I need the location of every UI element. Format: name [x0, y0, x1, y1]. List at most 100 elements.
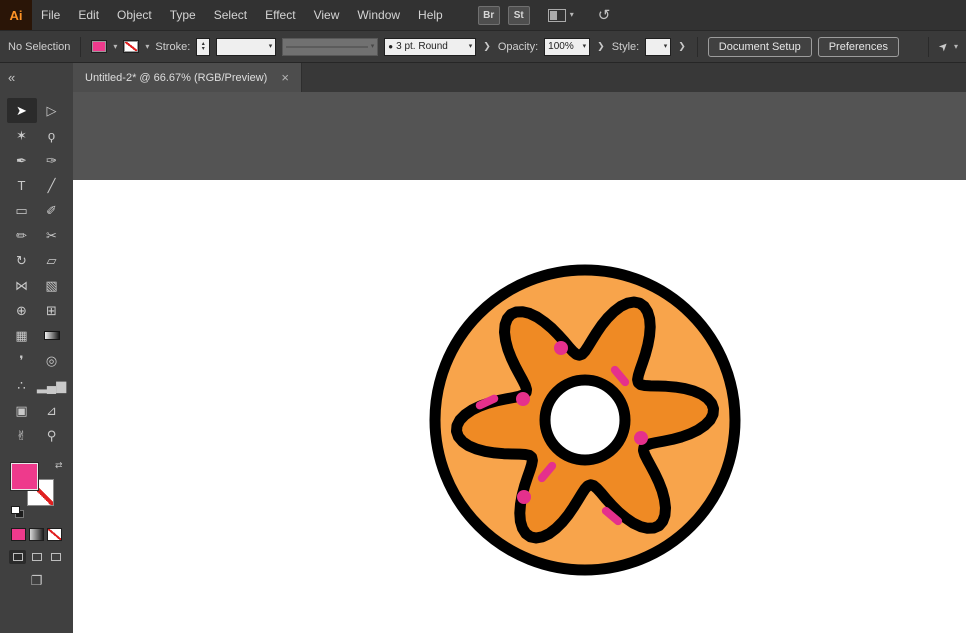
rotate-tool[interactable]: ↻ [7, 248, 37, 273]
stroke-weight-stepper[interactable]: ▴ ▾ [196, 38, 210, 56]
swap-fill-stroke-icon[interactable]: ⇄ [55, 460, 63, 471]
transparency-panel-chevron-icon[interactable]: ❯ [597, 41, 605, 52]
menu-list: FileEditObjectTypeSelectEffectViewWindow… [32, 0, 452, 30]
opacity-select[interactable]: 100% ▾ [544, 38, 590, 56]
scissors-tool[interactable]: ✂ [37, 223, 67, 248]
draw-inside-button[interactable] [47, 550, 64, 564]
shaper-tool[interactable]: ✏ [7, 223, 37, 248]
sprinkle-dot[interactable] [517, 490, 531, 504]
draw-normal-icon [13, 553, 23, 561]
menu-window[interactable]: Window [348, 0, 409, 30]
symbol-sprayer-tool[interactable]: ∴ [7, 373, 37, 398]
gradient-swatch-icon [44, 331, 60, 340]
app-logo[interactable]: Ai [0, 0, 32, 30]
perspective-grid-tool[interactable]: ⊞ [37, 298, 67, 323]
stroke-weight-select[interactable]: ▾ [216, 38, 276, 56]
menu-select[interactable]: Select [205, 0, 256, 30]
scale-tool[interactable]: ▱ [37, 248, 67, 273]
brush-definition-select[interactable]: ● 3 pt. Round ▾ [384, 38, 476, 56]
brushes-panel-chevron-icon[interactable]: ❯ [483, 41, 491, 52]
close-tab-icon[interactable]: × [281, 70, 289, 85]
chevron-down-icon[interactable]: ▾ [113, 43, 117, 51]
styles-panel-chevron-icon[interactable]: ❯ [678, 41, 686, 52]
control-bar: No Selection ▾ ▾ Stroke: ▴ ▾ ▾ ▾ ● 3 pt.… [0, 30, 966, 63]
stroke-label[interactable]: Stroke: [155, 41, 190, 53]
hand-tool[interactable]: ✌ [7, 423, 37, 448]
sprinkle-dot[interactable] [516, 392, 530, 406]
free-transform-tool[interactable]: ▧ [37, 273, 67, 298]
stroke-color-swatch[interactable] [123, 40, 139, 53]
menu-help[interactable]: Help [409, 0, 452, 30]
variable-width-profile-select[interactable]: ▾ [282, 38, 378, 56]
tool-grid: ➤▷✶ϙ✒✑T╱▭✐✏✂↻▱⋈▧⊕⊞▦❜◎∴▂▄▆▣⊿✌⚲ [7, 98, 67, 448]
type-tool[interactable]: T [7, 173, 37, 198]
main-area: ➤▷✶ϙ✒✑T╱▭✐✏✂↻▱⋈▧⊕⊞▦❜◎∴▂▄▆▣⊿✌⚲ ⇄ ❐ [0, 92, 966, 633]
paintbrush-tool[interactable]: ✐ [37, 198, 67, 223]
eyedropper-tool[interactable]: ❜ [7, 348, 37, 373]
style-select[interactable]: ▾ [645, 38, 671, 56]
menu-object[interactable]: Object [108, 0, 161, 30]
arrange-documents-control[interactable]: ▾ [548, 9, 574, 22]
selection-tools-icon[interactable]: ➤ [936, 39, 952, 55]
opacity-value: 100% [548, 41, 574, 52]
draw-behind-button[interactable] [28, 550, 45, 564]
document-tab-title: Untitled-2* @ 66.67% (RGB/Preview) [85, 72, 267, 84]
document-tab[interactable]: Untitled-2* @ 66.67% (RGB/Preview) × [73, 63, 302, 92]
screen-mode-button[interactable]: ❐ [31, 573, 43, 589]
none-button[interactable] [47, 528, 62, 541]
bridge-button[interactable]: Br [478, 6, 500, 25]
column-graph-tool[interactable]: ▂▄▆ [37, 373, 67, 398]
direct-selection-tool[interactable]: ▷ [37, 98, 67, 123]
menubar-right-icons: Br St ▾ ↺ [478, 6, 611, 25]
chevron-down-icon: ▾ [570, 11, 574, 19]
default-fill-stroke-icon[interactable] [11, 506, 25, 518]
selection-tool[interactable]: ➤ [7, 98, 37, 123]
color-button[interactable] [11, 528, 26, 541]
chevron-down-icon[interactable]: ▾ [954, 43, 958, 51]
chevron-down-icon[interactable]: ▾ [145, 43, 149, 51]
lasso-tool[interactable]: ϙ [37, 123, 67, 148]
curvature-tool[interactable]: ✑ [37, 148, 67, 173]
donut-hole[interactable] [545, 380, 625, 460]
draw-normal-button[interactable] [9, 550, 26, 564]
sprinkle-dot[interactable] [634, 431, 648, 445]
preferences-button[interactable]: Preferences [818, 37, 899, 57]
shape-builder-tool[interactable]: ⊕ [7, 298, 37, 323]
menu-view[interactable]: View [305, 0, 349, 30]
gradient-tool[interactable] [37, 323, 67, 348]
canvas-area[interactable] [73, 92, 966, 633]
line-segment-tool[interactable]: ╱ [37, 173, 67, 198]
document-canvas[interactable] [73, 92, 966, 633]
blend-tool[interactable]: ◎ [37, 348, 67, 373]
fill-color-swatch[interactable] [91, 40, 107, 53]
divider [80, 37, 81, 57]
gradient-button[interactable] [29, 528, 44, 541]
document-setup-button[interactable]: Document Setup [708, 37, 812, 57]
stock-button[interactable]: St [508, 6, 530, 25]
menu-file[interactable]: File [32, 0, 69, 30]
fill-swatch[interactable] [11, 463, 38, 490]
width-profile-preview [286, 46, 367, 48]
width-tool[interactable]: ⋈ [7, 273, 37, 298]
opacity-label[interactable]: Opacity: [498, 41, 538, 53]
menu-effect[interactable]: Effect [256, 0, 304, 30]
rectangle-tool[interactable]: ▭ [7, 198, 37, 223]
arrange-documents-icon [548, 9, 566, 22]
magic-wand-tool[interactable]: ✶ [7, 123, 37, 148]
sprinkle-dot[interactable] [554, 341, 568, 355]
style-label[interactable]: Style: [612, 41, 640, 53]
selection-status: No Selection [8, 41, 70, 53]
menu-type[interactable]: Type [161, 0, 205, 30]
slice-tool[interactable]: ⊿ [37, 398, 67, 423]
brush-value: 3 pt. Round [396, 41, 448, 52]
cc-sync-icon[interactable]: ↺ [598, 6, 611, 24]
artboard-tool[interactable]: ▣ [7, 398, 37, 423]
mesh-tool[interactable]: ▦ [7, 323, 37, 348]
chevron-down-icon: ▾ [269, 43, 273, 50]
collapse-panel-icon[interactable]: « [8, 70, 15, 85]
menu-edit[interactable]: Edit [69, 0, 108, 30]
zoom-tool[interactable]: ⚲ [37, 423, 67, 448]
pen-tool[interactable]: ✒ [7, 148, 37, 173]
stepper-down-icon[interactable]: ▾ [202, 47, 205, 52]
document-tab-strip: Untitled-2* @ 66.67% (RGB/Preview) × [73, 63, 966, 92]
